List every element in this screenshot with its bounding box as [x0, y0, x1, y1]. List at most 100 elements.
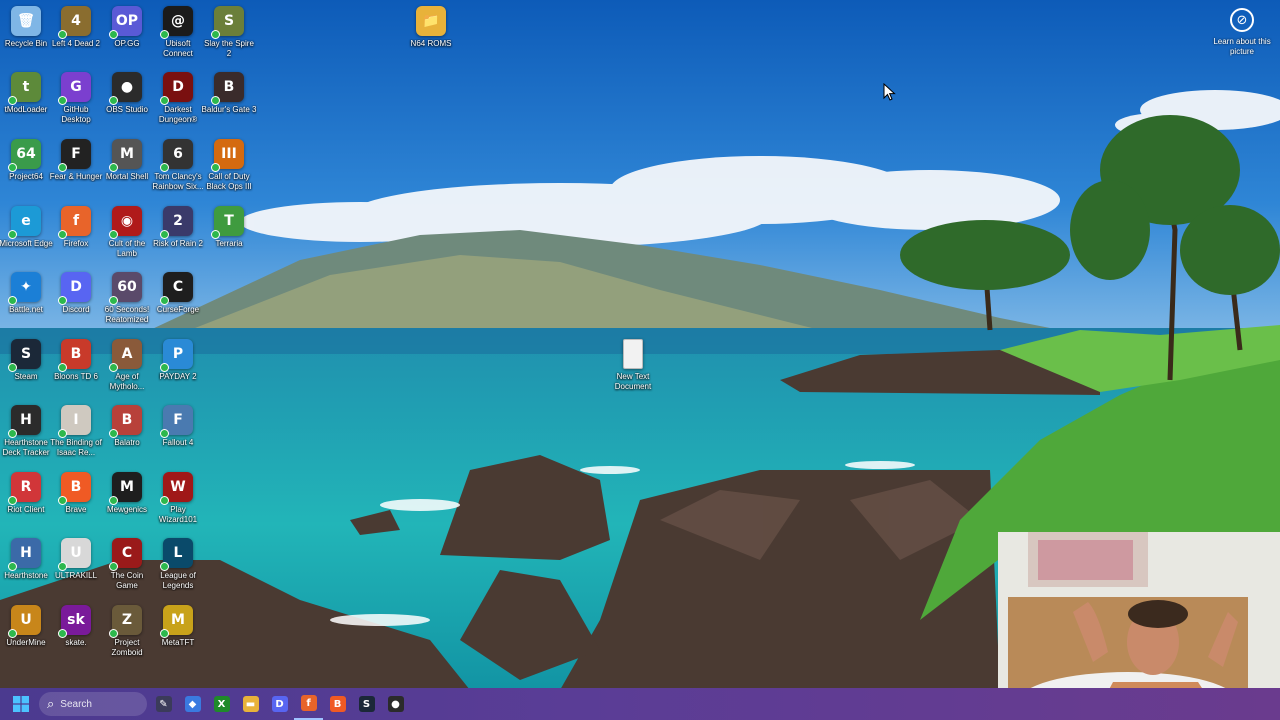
- desktop-icon-darkest-dungeon[interactable]: D Darkest Dungeon®: [152, 72, 204, 125]
- desktop-icon-label: skate.: [65, 638, 87, 647]
- taskbar-xbox-button[interactable]: X: [207, 688, 236, 720]
- taskbar-brave-button[interactable]: B: [323, 688, 352, 720]
- learn-about-picture[interactable]: ⊘ Learn about this picture: [1208, 8, 1276, 57]
- desktop-icon-label: Battle.net: [9, 305, 43, 314]
- taskbar-search-box[interactable]: ⌕ Search: [39, 692, 147, 716]
- start-button[interactable]: [6, 688, 35, 720]
- desktop-icon-label: Tom Clancy's Rainbow Six...: [152, 172, 204, 191]
- sync-check-icon: [211, 163, 220, 172]
- sync-check-icon: [58, 163, 67, 172]
- taskbar-firefox-button[interactable]: f: [294, 688, 323, 720]
- obs-icon: ●: [387, 696, 404, 712]
- desktop-icon-brave[interactable]: B Brave: [50, 472, 102, 515]
- desktop-icon-age-of-mytholo[interactable]: A Age of Mytholo...: [101, 339, 153, 392]
- taskbar-obs-button[interactable]: ●: [381, 688, 410, 720]
- desktop-icon-payday-2[interactable]: P PAYDAY 2: [152, 339, 204, 382]
- desktop-icon-undermine[interactable]: U UnderMine: [0, 605, 52, 648]
- desktop-icon-hearthstone-deck-tracker[interactable]: H Hearthstone Deck Tracker: [0, 405, 52, 458]
- desktop-icon-bloons-td-6[interactable]: B Bloons TD 6: [50, 339, 102, 382]
- sync-check-icon: [160, 230, 169, 239]
- desktop-icon-balatro[interactable]: B Balatro: [101, 405, 153, 448]
- learn-about-label: Learn about this picture: [1213, 37, 1271, 56]
- app-icon: OP: [109, 6, 142, 39]
- taskbar-copilot-button[interactable]: ◆: [178, 688, 207, 720]
- desktop-icon-steam[interactable]: S Steam: [0, 339, 52, 382]
- taskbar-file-explorer-button[interactable]: ▬: [236, 688, 265, 720]
- desktop-icon-skate[interactable]: sk skate.: [50, 605, 102, 648]
- sync-check-icon: [211, 96, 220, 105]
- app-icon: 64: [8, 139, 41, 172]
- desktop-icon-project64[interactable]: 64 Project64: [0, 139, 52, 182]
- desktop-icon-the-binding-of-isaac-re[interactable]: I The Binding of Isaac Re...: [50, 405, 102, 458]
- sync-check-icon: [8, 629, 17, 638]
- desktop-icon-tmodloader[interactable]: t tModLoader: [0, 72, 52, 115]
- desktop-icon-n64-roms[interactable]: 📁 N64 ROMS: [405, 6, 457, 49]
- app-icon: ✦: [8, 272, 41, 305]
- desktop-icon-recycle-bin[interactable]: 🗑 Recycle Bin: [0, 6, 52, 49]
- sync-check-icon: [109, 30, 118, 39]
- taskbar-widgets-button[interactable]: ✎: [149, 688, 178, 720]
- desktop-icon-league-of-legends[interactable]: L League of Legends: [152, 538, 204, 591]
- app-icon: H: [8, 538, 41, 571]
- app-icon: 60: [109, 272, 142, 305]
- discord-icon: D: [271, 696, 288, 712]
- desktop-icon-label: CurseForge: [156, 305, 200, 314]
- desktop-icon-fallout-4[interactable]: F Fallout 4: [152, 405, 204, 448]
- desktop-icon-label: Baldur's Gate 3: [201, 105, 257, 114]
- desktop-icon-project-zomboid[interactable]: Z Project Zomboid: [101, 605, 153, 658]
- desktop-icon-obs-studio[interactable]: ● OBS Studio: [101, 72, 153, 115]
- desktop-icon-baldur-s-gate-3[interactable]: B Baldur's Gate 3: [201, 72, 257, 115]
- desktop-icon-risk-of-rain-2[interactable]: 2 Risk of Rain 2: [152, 206, 204, 249]
- taskbar-discord-button[interactable]: D: [265, 688, 294, 720]
- desktop-icon-play-wizard101[interactable]: W Play Wizard101: [152, 472, 204, 525]
- desktop-icon-new-text-document[interactable]: New Text Document: [607, 339, 659, 392]
- app-icon: W: [160, 472, 193, 505]
- desktop-icon-label: Age of Mytholo...: [109, 372, 145, 391]
- desktop-icon-ultrakill[interactable]: U ULTRAKILL: [50, 538, 102, 581]
- sync-check-icon: [160, 30, 169, 39]
- desktop-icon-label: Discord: [62, 305, 90, 314]
- desktop-icon-fear-hunger[interactable]: F Fear & Hunger: [50, 139, 102, 182]
- desktop-icon-firefox[interactable]: f Firefox: [50, 206, 102, 249]
- desktop-icon-60-seconds-reatomized[interactable]: 60 60 Seconds! Reatomized: [101, 272, 153, 325]
- taskbar: ⌕ Search ✎ ◆ X ▬ Df B S ●: [0, 688, 1280, 720]
- app-icon: 2: [160, 206, 193, 239]
- app-icon: M: [109, 139, 142, 172]
- taskbar-steam-button[interactable]: S: [352, 688, 381, 720]
- desktop-icon-call-of-duty-black-ops-iii[interactable]: III Call of Duty Black Ops III: [203, 139, 255, 192]
- desktop-icon-label: Left 4 Dead 2: [51, 39, 101, 48]
- app-icon: D: [58, 272, 91, 305]
- desktop-icon-label: ULTRAKILL: [54, 571, 98, 580]
- desktop-icon-riot-client[interactable]: R Riot Client: [0, 472, 52, 515]
- desktop-icon-label: Project64: [9, 172, 43, 181]
- desktop-icon-label: Recycle Bin: [4, 39, 48, 48]
- desktop-icon-the-coin-game[interactable]: C The Coin Game: [101, 538, 153, 591]
- app-icon: f: [58, 206, 91, 239]
- desktop-icon-label: Cult of the Lamb: [108, 239, 146, 258]
- desktop-icon-metatft[interactable]: M MetaTFT: [152, 605, 204, 648]
- desktop-icon-mortal-shell[interactable]: M Mortal Shell: [101, 139, 153, 182]
- desktop-icon-discord[interactable]: D Discord: [50, 272, 102, 315]
- desktop-icon-label: PAYDAY 2: [159, 372, 197, 381]
- desktop-icon-op-gg[interactable]: OP OP.GG: [101, 6, 153, 49]
- desktop-icon-label: MetaTFT: [161, 638, 195, 647]
- desktop-icon-microsoft-edge[interactable]: e Microsoft Edge: [0, 206, 53, 249]
- desktop-icon-cult-of-the-lamb[interactable]: ◉ Cult of the Lamb: [101, 206, 153, 259]
- desktop-icon-slay-the-spire-2[interactable]: S Slay the Spire 2: [203, 6, 255, 59]
- desktop-icon-left-4-dead-2[interactable]: 4 Left 4 Dead 2: [50, 6, 102, 49]
- desktop-icon-tom-clancy-s-rainbow-six[interactable]: 6 Tom Clancy's Rainbow Six...: [152, 139, 204, 192]
- app-icon: T: [211, 206, 244, 239]
- app-icon: H: [8, 405, 41, 438]
- desktop-icon-ubisoft-connect[interactable]: @ Ubisoft Connect: [152, 6, 204, 59]
- sync-check-icon: [109, 429, 118, 438]
- desktop-icon-hearthstone[interactable]: H Hearthstone: [0, 538, 52, 581]
- desktop-icon-battle-net[interactable]: ✦ Battle.net: [0, 272, 52, 315]
- app-icon: B: [58, 339, 91, 372]
- sync-check-icon: [211, 230, 220, 239]
- desktop-icon-mewgenics[interactable]: M Mewgenics: [101, 472, 153, 515]
- sync-check-icon: [8, 230, 17, 239]
- desktop-icon-terraria[interactable]: T Terraria: [203, 206, 255, 249]
- desktop-icon-curseforge[interactable]: C CurseForge: [152, 272, 204, 315]
- sync-check-icon: [58, 562, 67, 571]
- desktop-icon-github-desktop[interactable]: G GitHub Desktop: [50, 72, 102, 125]
